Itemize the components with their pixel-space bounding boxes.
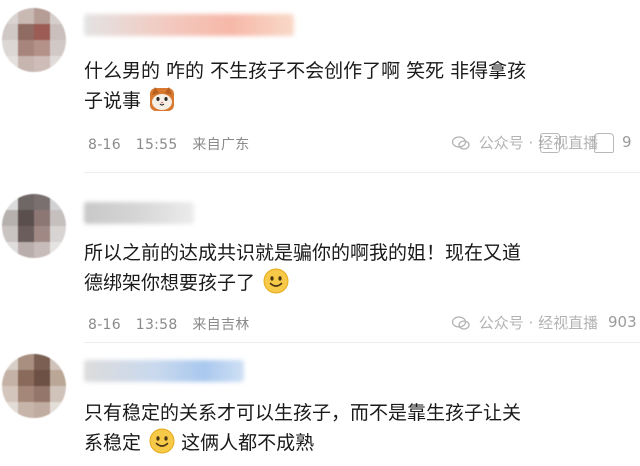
- comment-location: 来自吉林: [192, 317, 250, 333]
- comment-time: 15:55: [135, 137, 178, 153]
- watermark: 公众号 · 经视直播: [452, 132, 598, 153]
- comment-location: 来自广东: [192, 137, 250, 153]
- avatar[interactable]: [2, 354, 66, 418]
- comment-text-line: 什么男的 咋的 不生孩子不会创作了啊 笑死 非得拿孩: [84, 60, 527, 82]
- smile-emoji-icon: [263, 268, 289, 294]
- divider: [84, 342, 640, 343]
- avatar[interactable]: [2, 194, 66, 258]
- comment-item: 什么男的 咋的 不生孩子不会创作了啊 笑死 非得拿孩 子说事 8-16 15:5…: [0, 0, 640, 170]
- comment-date: 8-16: [88, 137, 121, 153]
- wechat-icon: [452, 316, 470, 330]
- comment-text-line: 所以之前的达成共识就是骗你的啊我的姐！现在又道: [84, 242, 522, 264]
- watermark: 公众号 · 经视直播: [452, 312, 598, 333]
- comment-text: 所以之前的达成共识就是骗你的啊我的姐！现在又道 德绑架你想要孩子了: [84, 238, 584, 298]
- comment-item: 只有稳定的关系才可以生孩子，而不是靠生孩子让关 系稳定 这俩人都不成熟: [0, 350, 640, 466]
- watermark-text: 公众号 · 经视直播: [478, 314, 599, 332]
- comment-reply-icon[interactable]: [540, 133, 560, 153]
- comment-meta: 8-16 15:55 来自广东: [88, 134, 260, 154]
- comment-text-line: 德绑架你想要孩子了: [84, 272, 256, 294]
- like-count: 903: [608, 313, 637, 331]
- comment-time: 13:58: [135, 317, 178, 333]
- comment-text: 什么男的 咋的 不生孩子不会创作了啊 笑死 非得拿孩 子说事: [84, 56, 584, 116]
- comment-text-line: 只有稳定的关系才可以生孩子，而不是靠生孩子让关: [84, 402, 522, 424]
- like-icon[interactable]: [594, 133, 614, 153]
- comment-text-line: 子说事: [84, 90, 142, 112]
- avatar[interactable]: [2, 8, 66, 72]
- watermark-text: 公众号 · 经视直播: [478, 134, 599, 152]
- comment-text-line: 这俩人都不成熟: [181, 432, 315, 454]
- username-blurred[interactable]: [84, 360, 244, 382]
- divider: [84, 172, 640, 173]
- like-count: 9: [622, 133, 632, 151]
- comment-meta: 8-16 13:58 来自吉林: [88, 314, 260, 334]
- username-blurred[interactable]: [84, 14, 294, 36]
- cat-face-icon: [150, 87, 175, 111]
- wechat-icon: [452, 136, 470, 150]
- smile-emoji-icon: [149, 428, 175, 454]
- username-blurred[interactable]: [84, 202, 194, 224]
- comment-date: 8-16: [88, 317, 121, 333]
- comment-item: 所以之前的达成共识就是骗你的啊我的姐！现在又道 德绑架你想要孩子了 8-16 1…: [0, 180, 640, 340]
- comment-text-line: 系稳定: [84, 432, 142, 454]
- comment-text: 只有稳定的关系才可以生孩子，而不是靠生孩子让关 系稳定 这俩人都不成熟: [84, 398, 584, 458]
